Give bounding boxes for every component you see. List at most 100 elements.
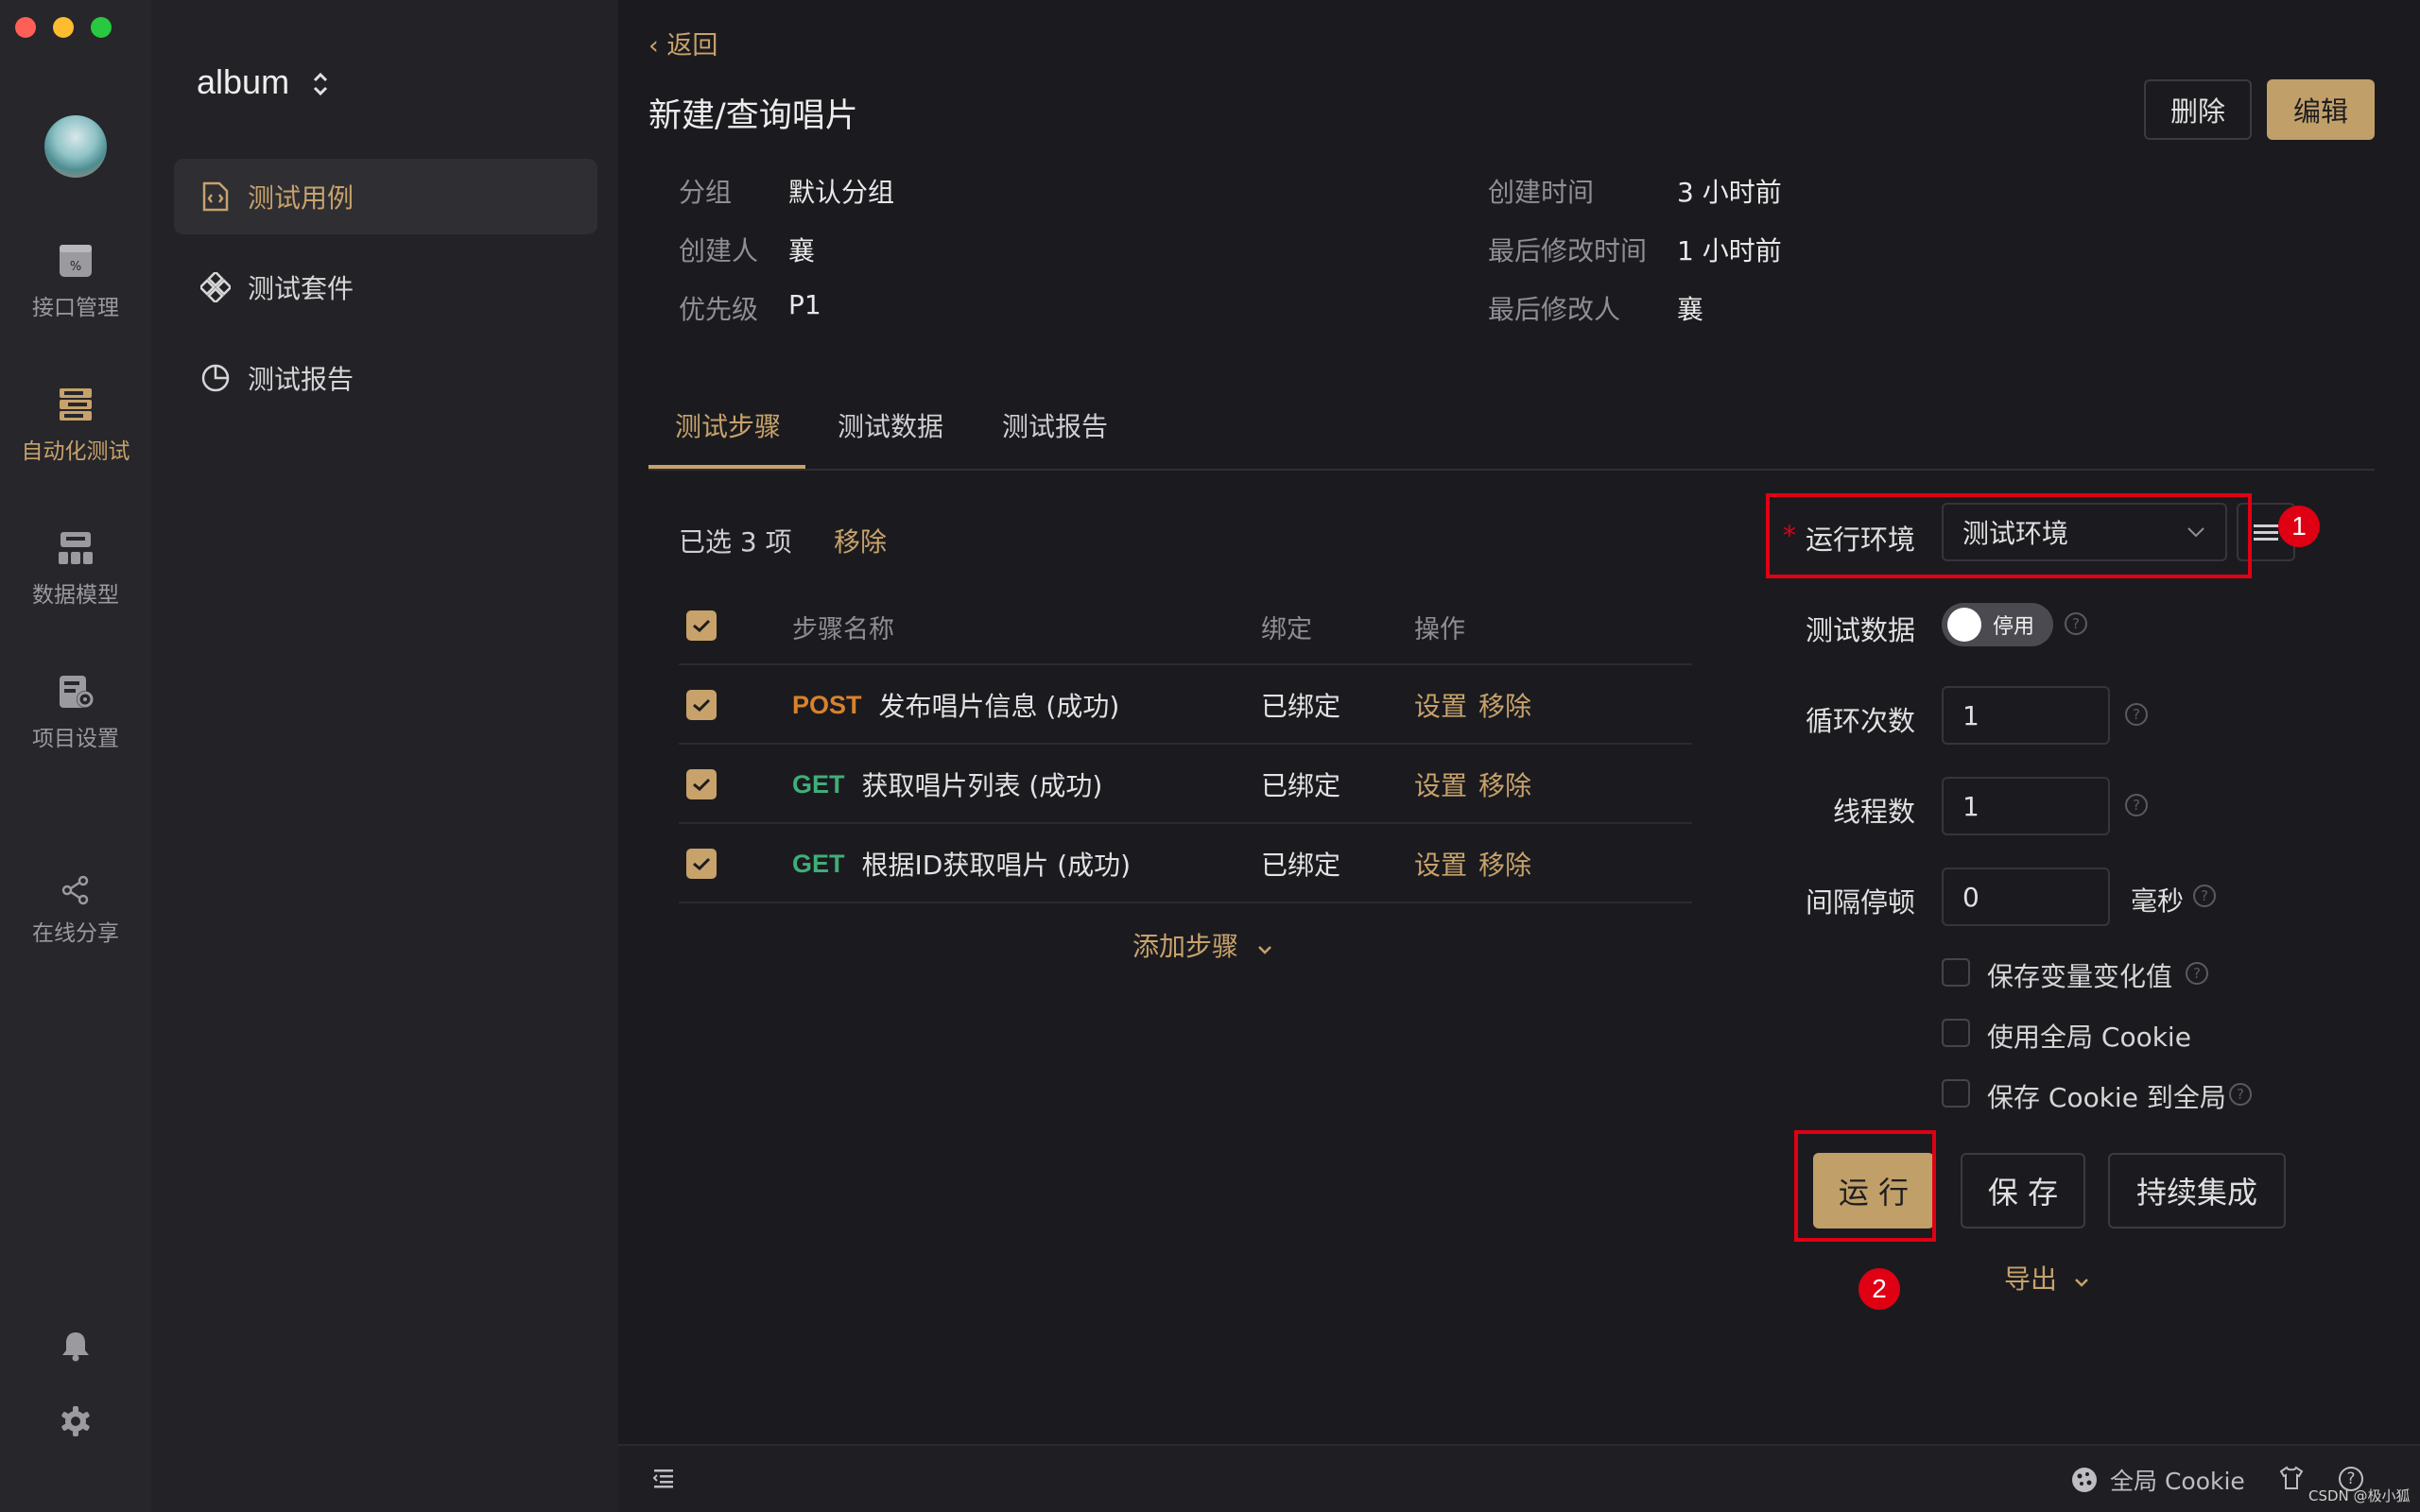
check-icon [693, 778, 711, 792]
annotation-badge-1: 1 [2278, 506, 2320, 547]
step-setting-button[interactable]: 设置 [1414, 686, 1467, 724]
step-remove-button[interactable]: 移除 [1478, 765, 1531, 803]
rail-item-automation[interactable]: 自动化测试 [0, 386, 151, 465]
sidebar-item-test-report[interactable]: 测试报告 [174, 340, 597, 416]
bell-icon[interactable] [59, 1329, 93, 1363]
chevron-up-down-icon [314, 73, 328, 96]
help-icon[interactable]: ? [2065, 612, 2087, 635]
row-divider [679, 902, 1692, 903]
test-data-toggle[interactable]: 停用 [1942, 603, 2053, 646]
export-button[interactable]: 导出 [2004, 1259, 2090, 1297]
global-cookie-checkbox[interactable] [1942, 1019, 1970, 1047]
tab-test-steps[interactable]: 测试步骤 [675, 406, 781, 444]
row-checkbox[interactable] [686, 849, 717, 879]
method-badge: POST [792, 690, 862, 719]
meta-modified-value: 1 小时前 [1677, 235, 1782, 266]
column-header-binding: 绑定 [1261, 615, 1312, 644]
window-minimize-button[interactable] [53, 17, 74, 38]
meta-priority-value: P1 [788, 289, 821, 320]
cookie-icon [2072, 1468, 2097, 1492]
help-icon[interactable]: ? [2229, 1083, 2252, 1106]
avatar[interactable] [44, 115, 107, 178]
sidebar-item-test-suite[interactable]: 测试套件 [174, 249, 597, 325]
svg-text:%: % [70, 260, 81, 274]
check-icon [693, 857, 711, 871]
interval-unit: 毫秒 [2131, 885, 2185, 917]
meta-group-value: 默认分组 [788, 177, 895, 208]
save-vars-label: 保存变量变化值 [1987, 961, 2173, 992]
step-remove-button[interactable]: 移除 [1478, 686, 1531, 724]
row-checkbox[interactable] [686, 769, 717, 799]
meta-modified-label: 最后修改时间 [1488, 235, 1648, 266]
rail-item-api[interactable]: % 接口管理 [0, 242, 151, 321]
back-link[interactable]: ‹ 返回 [648, 25, 717, 61]
tab-test-data[interactable]: 测试数据 [838, 406, 943, 444]
meta-created-label: 创建时间 [1488, 177, 1595, 208]
rail-item-label: 自动化测试 [21, 439, 130, 464]
window-close-button[interactable] [15, 17, 36, 38]
chevron-down-icon [1258, 946, 1271, 954]
meta-created-value: 3 小时前 [1677, 177, 1782, 208]
meta-priority-label: 优先级 [679, 294, 759, 325]
project-settings-icon [60, 676, 94, 708]
test-suite-icon [200, 272, 231, 302]
gear-icon[interactable] [59, 1404, 93, 1438]
row-divider [679, 743, 1692, 745]
help-icon[interactable]: ? [2193, 885, 2216, 907]
table-row[interactable]: GET 获取唱片列表 (成功) [792, 765, 1102, 803]
collapse-sidebar-icon[interactable] [652, 1467, 675, 1489]
rail-item-share[interactable]: 在线分享 [0, 875, 151, 947]
ci-button[interactable]: 持续集成 [2108, 1153, 2286, 1228]
chevron-down-icon [2075, 1279, 2088, 1287]
rail-item-label: 项目设置 [32, 727, 119, 751]
select-all-checkbox[interactable] [686, 610, 717, 641]
help-icon[interactable]: ? [2186, 962, 2208, 985]
loop-count-input[interactable]: 1 [1942, 686, 2110, 745]
step-remove-button[interactable]: 移除 [1478, 845, 1531, 883]
help-icon[interactable]: ? [2125, 703, 2148, 726]
help-icon[interactable]: ? [2125, 794, 2148, 816]
rail-item-label: 数据模型 [32, 583, 119, 608]
window-maximize-button[interactable] [91, 17, 112, 38]
sidebar-item-test-case[interactable]: 测试用例 [174, 159, 597, 234]
save-vars-checkbox[interactable] [1942, 958, 1970, 987]
remove-selected-button[interactable]: 移除 [834, 522, 887, 559]
threads-input[interactable]: 1 [1942, 777, 2110, 835]
toggle-label: 停用 [1993, 615, 2035, 639]
tab-active-indicator [648, 465, 805, 469]
step-name: 获取唱片列表 (成功) [861, 770, 1103, 801]
shirt-icon[interactable] [2278, 1465, 2305, 1491]
step-setting-button[interactable]: 设置 [1414, 845, 1467, 883]
tab-divider [648, 469, 2375, 471]
rail-item-project-settings[interactable]: 项目设置 [0, 673, 151, 752]
interval-input[interactable]: 0 [1942, 868, 2110, 926]
table-row[interactable]: GET 根据ID获取唱片 (成功) [792, 845, 1131, 883]
step-setting-button[interactable]: 设置 [1414, 765, 1467, 803]
method-badge: GET [792, 849, 845, 878]
global-cookie-label: 全局 Cookie [2110, 1468, 2245, 1495]
meta-group-label: 分组 [679, 177, 733, 208]
rail-item-data-model[interactable]: 数据模型 [0, 529, 151, 609]
table-row[interactable]: POST 发布唱片信息 (成功) [792, 686, 1119, 724]
tab-test-report[interactable]: 测试报告 [1002, 406, 1108, 444]
sidebar-item-label: 测试报告 [248, 364, 354, 395]
row-checkbox[interactable] [686, 690, 717, 720]
loop-count-label: 循环次数 [1805, 705, 1915, 737]
add-step-button[interactable]: 添加步骤 [1132, 926, 1273, 964]
page-title: 新建/查询唱片 [648, 97, 858, 135]
annotation-box-run [1794, 1130, 1936, 1242]
binding-status: 已绑定 [1261, 770, 1341, 801]
toggle-knob [1947, 608, 1981, 642]
edit-button[interactable]: 编辑 [2267, 79, 2375, 140]
annotation-box-env [1766, 493, 2252, 578]
delete-button[interactable]: 删除 [2144, 79, 2252, 140]
sidebar-item-label: 测试套件 [248, 273, 354, 304]
binding-status: 已绑定 [1261, 850, 1341, 881]
save-cookie-checkbox[interactable] [1942, 1079, 1970, 1108]
global-cookie-button[interactable]: 全局 Cookie [2070, 1463, 2245, 1497]
watermark: CSDN @极小狐 [2308, 1487, 2411, 1504]
chevron-left-icon: ‹ [648, 31, 667, 60]
save-button[interactable]: 保 存 [1961, 1153, 2085, 1228]
test-data-label: 测试数据 [1805, 614, 1915, 646]
project-switcher[interactable]: album [197, 62, 331, 102]
